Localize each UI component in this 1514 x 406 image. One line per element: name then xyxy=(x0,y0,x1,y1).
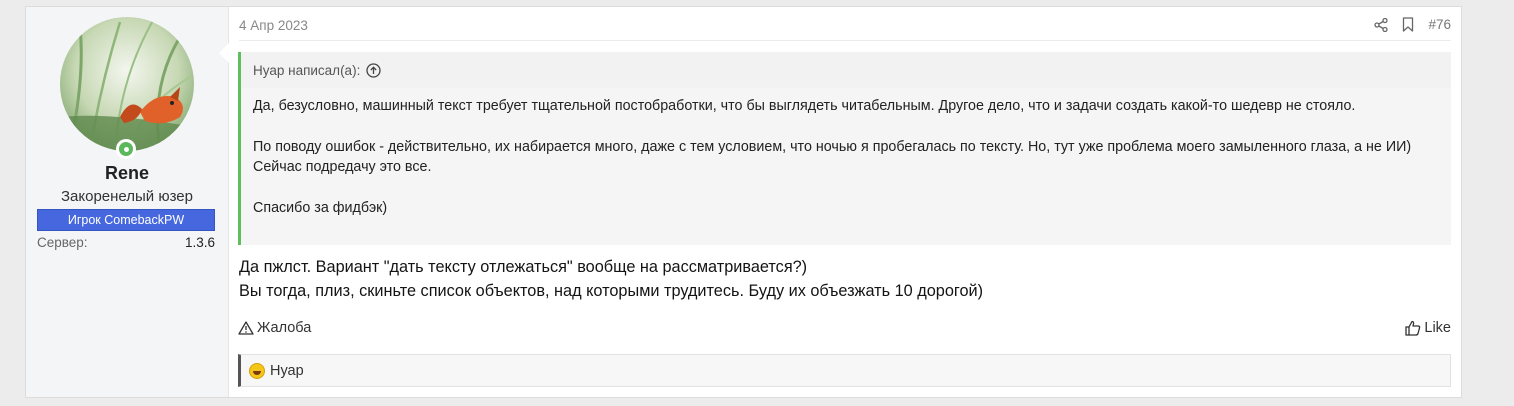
post-attribution: 4 Апр 2023 #76 xyxy=(239,7,1451,41)
user-extra-server: Сервер: 1.3.6 xyxy=(37,235,215,250)
avatar-image xyxy=(60,17,194,151)
quote-paragraph: Да, безусловно, машинный текст требует т… xyxy=(253,98,1356,114)
username[interactable]: Rene xyxy=(26,163,228,184)
message-body: Да пжлст. Вариант "дать тексту отлежатьс… xyxy=(239,255,1451,303)
user-banner: Игрок ComebackPW xyxy=(37,209,215,231)
avatar[interactable] xyxy=(60,17,194,151)
post-number[interactable]: #76 xyxy=(1428,17,1451,32)
share-icon[interactable] xyxy=(1374,17,1389,32)
quote-body: Да, безусловно, машинный текст требует т… xyxy=(241,88,1451,218)
quote-block: Нуар написал(а): Да, безусловно, машинны… xyxy=(238,52,1451,245)
reactions-bar[interactable]: Нуар xyxy=(238,354,1451,387)
server-label: Сервер: xyxy=(37,235,88,250)
warning-triangle-icon xyxy=(238,321,254,335)
forum-post: Rene Закоренелый юзер Игрок ComebackPW С… xyxy=(25,6,1462,398)
post-footer-actions: Жалоба Like xyxy=(238,318,1451,338)
server-value: 1.3.6 xyxy=(184,235,215,250)
quote-author[interactable]: Нуар написал(а): xyxy=(253,63,360,78)
bookmark-icon[interactable] xyxy=(1402,17,1414,32)
arrow-up-circle-icon[interactable] xyxy=(366,62,381,78)
thumbs-up-icon xyxy=(1405,320,1421,336)
report-button[interactable]: Жалоба xyxy=(238,320,311,336)
like-button[interactable]: Like xyxy=(1405,320,1451,336)
user-title: Закоренелый юзер xyxy=(60,188,193,205)
laughing-face-icon xyxy=(249,362,265,379)
post-header-actions: #76 xyxy=(1374,17,1451,32)
reaction-users[interactable]: Нуар xyxy=(270,363,304,379)
post-date[interactable]: 4 Апр 2023 xyxy=(239,18,308,33)
quote-paragraph: Спасибо за фидбэк) xyxy=(253,199,388,216)
message-line: Вы тогда, плиз, скиньте список объектов,… xyxy=(239,282,984,300)
post-main: 4 Апр 2023 #76 Нуар написал(а): Да, безу… xyxy=(228,7,1461,397)
message-line: Да пжлст. Вариант "дать тексту отлежатьс… xyxy=(239,258,808,276)
user-cell: Rene Закоренелый юзер Игрок ComebackPW С… xyxy=(26,7,229,397)
quote-paragraph: По поводу ошибок - действительно, их наб… xyxy=(253,138,1412,176)
quote-header[interactable]: Нуар написал(а): xyxy=(241,52,1451,88)
online-status-icon xyxy=(116,139,136,159)
report-label: Жалоба xyxy=(257,320,312,336)
like-label: Like xyxy=(1424,320,1451,336)
